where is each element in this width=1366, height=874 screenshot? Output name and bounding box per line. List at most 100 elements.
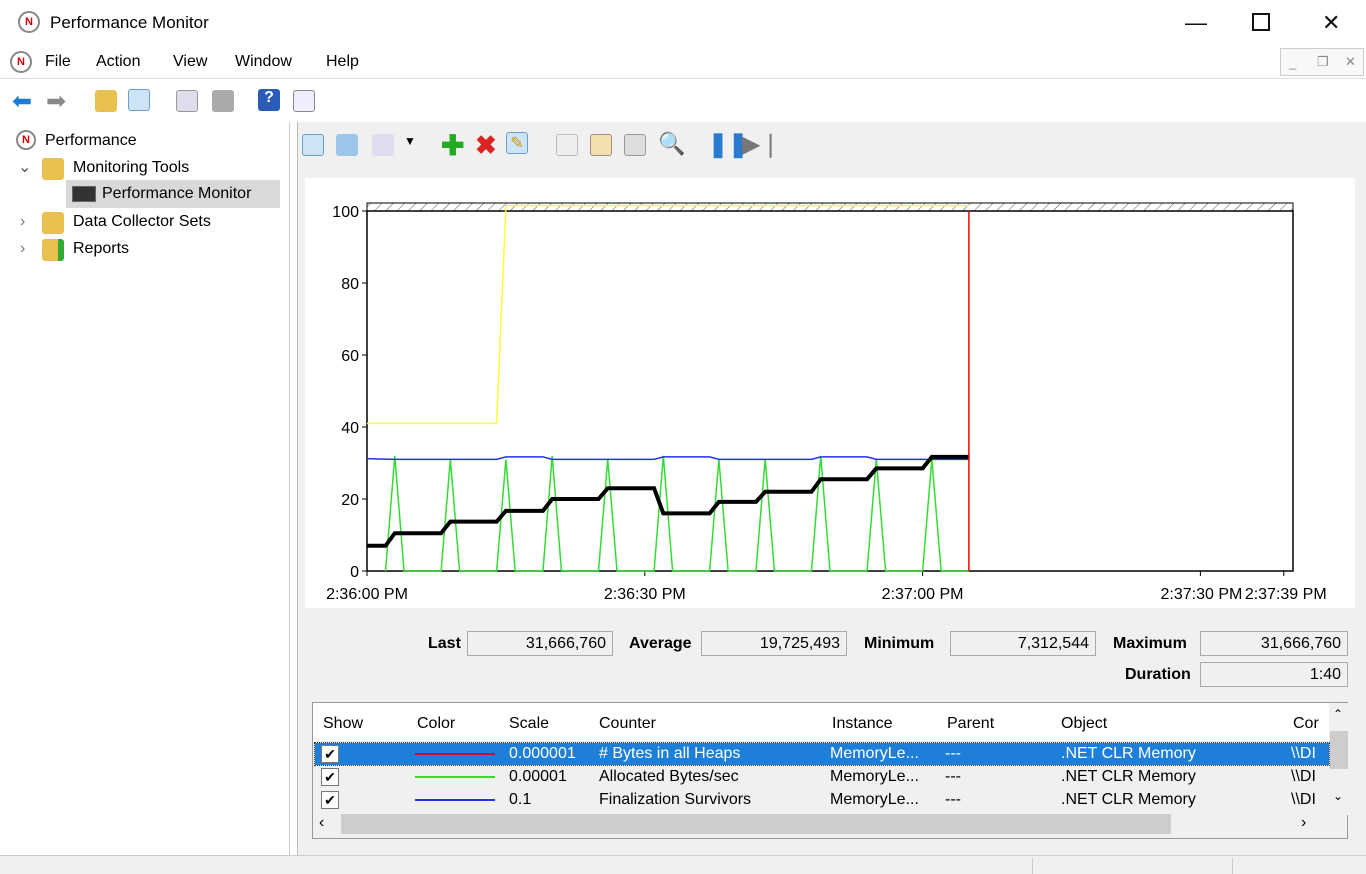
column-header-counter[interactable]: Counter (599, 715, 656, 733)
view-graph-icon[interactable] (302, 134, 324, 156)
collapsed-chevron-icon[interactable]: › (20, 213, 25, 231)
back-arrow-icon[interactable]: ⬅ (12, 87, 32, 116)
column-header-parent[interactable]: Parent (947, 715, 994, 733)
monitor-icon (72, 186, 96, 202)
cell-scale: 0.000001 (509, 745, 576, 762)
cell-scale: 0.1 (509, 791, 532, 808)
scroll-thumb[interactable] (1330, 731, 1348, 769)
last-value: 31,666,760 (467, 631, 613, 656)
scroll-thumb[interactable] (341, 814, 1171, 834)
column-header-color[interactable]: Color (417, 715, 455, 733)
delete-counter-icon[interactable]: ✖ (475, 130, 497, 161)
help-icon[interactable]: ? (258, 89, 280, 111)
perfmon-logo-icon: N (18, 11, 40, 33)
navigation-tree: N Performance ⌄ Monitoring Tools Perform… (0, 122, 290, 855)
maximum-label: Maximum (1113, 635, 1187, 652)
show-hide-tree-icon[interactable] (128, 89, 150, 111)
scroll-right-icon[interactable]: › (1301, 814, 1306, 832)
tree-item-monitoring-tools[interactable]: Monitoring Tools (73, 159, 189, 177)
color-swatch (415, 776, 495, 778)
up-folder-icon[interactable] (95, 90, 117, 112)
cell-counter: Allocated Bytes/sec (599, 768, 739, 785)
properties-icon[interactable] (176, 90, 198, 112)
cell-parent: --- (945, 768, 961, 785)
reports-folder-icon (42, 239, 64, 261)
maximum-value: 31,666,760 (1200, 631, 1348, 656)
maximize-button[interactable] (1252, 13, 1270, 31)
tree-item-performance[interactable]: Performance (45, 132, 137, 150)
cell-parent: --- (945, 791, 961, 808)
show-checkbox[interactable]: ✔ (321, 745, 339, 763)
average-label: Average (629, 635, 692, 652)
menu-file[interactable]: File (45, 53, 71, 71)
menu-action[interactable]: Action (96, 53, 140, 71)
tree-item-reports[interactable]: Reports (73, 240, 129, 258)
column-header-object[interactable]: Object (1061, 715, 1107, 733)
menu-view[interactable]: View (173, 53, 207, 71)
show-checkbox[interactable]: ✔ (321, 768, 339, 786)
app-menu-icon[interactable]: N (10, 51, 32, 73)
table-row[interactable]: ✔ 0.000001 # Bytes in all Heaps MemoryLe...… (314, 742, 1330, 766)
y-tick-label: 40 (341, 420, 359, 437)
y-tick-label: 60 (341, 348, 359, 365)
chart-area: 0 20 40 60 80 100 2:36:00 PM 2:36:30 PM 2:37:00 … (305, 178, 1355, 608)
average-value: 19,725,493 (701, 631, 847, 656)
table-row[interactable]: ✔ 0.00001 Allocated Bytes/sec MemoryLe... --… (315, 766, 1329, 788)
cell-counter: Finalization Survivors (599, 791, 752, 808)
highlight-icon[interactable]: ✎ (506, 132, 528, 154)
add-counter-icon[interactable]: ✚ (441, 129, 464, 162)
color-swatch (415, 799, 495, 801)
view-report-icon[interactable] (372, 134, 394, 156)
paste-counter-list-icon[interactable] (590, 134, 612, 156)
tree-item-performance-monitor[interactable]: Performance Monitor (66, 180, 280, 208)
show-checkbox[interactable]: ✔ (321, 791, 339, 809)
collapsed-chevron-icon[interactable]: › (20, 240, 25, 258)
expand-chevron-icon[interactable]: ⌄ (18, 157, 31, 177)
change-graph-type-dropdown[interactable]: ▼ (404, 134, 416, 148)
mdi-minimize-button[interactable]: _ (1289, 55, 1296, 70)
mdi-restore-button[interactable]: ❐ (1317, 54, 1329, 70)
cell-parent: --- (945, 745, 961, 762)
tree-item-data-collector-sets[interactable]: Data Collector Sets (73, 213, 211, 231)
vertical-scrollbar[interactable]: ⌃ ⌄ (1330, 703, 1348, 815)
y-tick-label: 20 (341, 492, 359, 509)
cell-computer: \\DI (1291, 791, 1316, 808)
column-header-scale[interactable]: Scale (509, 715, 549, 733)
menu-help[interactable]: Help (326, 53, 359, 71)
column-header-computer[interactable]: Cor (1293, 715, 1323, 733)
status-bar (0, 855, 1366, 874)
scroll-left-icon[interactable]: ‹ (319, 814, 324, 832)
close-button[interactable]: ✕ (1322, 10, 1340, 36)
scroll-down-icon[interactable]: ⌄ (1333, 789, 1343, 803)
cell-computer: \\DI (1291, 745, 1316, 762)
plot-frame (366, 210, 1294, 572)
minimum-label: Minimum (864, 635, 935, 652)
y-tick-label: 100 (332, 204, 359, 221)
cell-object: .NET CLR Memory (1061, 768, 1196, 785)
title-bar: N Performance Monitor — ✕ (0, 0, 1366, 45)
y-tick-label: 0 (350, 564, 359, 581)
properties-icon[interactable] (624, 134, 646, 156)
print-icon[interactable] (212, 90, 234, 112)
minimize-button[interactable]: — (1185, 10, 1207, 36)
column-header-instance[interactable]: Instance (832, 715, 892, 733)
x-tick-label: 2:37:39 PM (1245, 586, 1327, 603)
duration-value: 1:40 (1200, 662, 1348, 687)
copy-properties-icon[interactable] (556, 134, 578, 156)
menu-window[interactable]: Window (235, 53, 292, 71)
x-tick-label: 2:37:00 PM (882, 586, 964, 603)
view-histogram-icon[interactable] (336, 134, 358, 156)
scroll-up-icon[interactable]: ⌃ (1333, 707, 1343, 721)
zoom-icon[interactable]: 🔍 (658, 131, 685, 157)
folder-icon (42, 158, 64, 180)
column-header-show[interactable]: Show (323, 715, 363, 733)
update-data-icon[interactable]: ▶❘ (742, 130, 781, 159)
action-pane-icon[interactable] (293, 90, 315, 112)
forward-arrow-icon[interactable]: ➡ (46, 87, 66, 116)
x-tick-label: 2:36:30 PM (604, 586, 686, 603)
horizontal-scrollbar[interactable]: ‹ › (313, 813, 1329, 835)
menu-bar: N File Action View Window Help _ ❐ ✕ (0, 45, 1366, 79)
cell-computer: \\DI (1291, 768, 1316, 785)
table-row[interactable]: ✔ 0.1 Finalization Survivors MemoryLe... ---… (315, 789, 1329, 811)
mdi-close-button[interactable]: ✕ (1345, 54, 1356, 70)
